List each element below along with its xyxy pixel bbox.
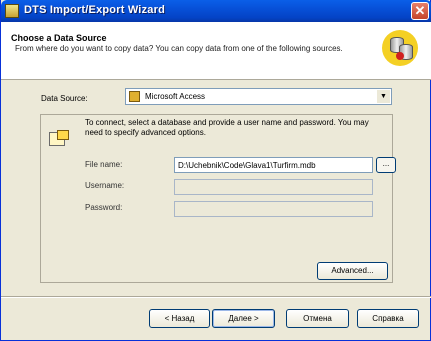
file-name-label: File name: — [85, 160, 123, 169]
footer-divider — [1, 296, 431, 298]
password-label: Password: — [85, 203, 123, 212]
page-title: Choose a Data Source — [11, 33, 107, 43]
close-button[interactable]: ✕ — [411, 2, 429, 20]
wizard-header: Choose a Data Source From where do you w… — [1, 22, 431, 80]
data-source-select[interactable]: Microsoft Access ▼ — [125, 88, 392, 105]
cancel-button[interactable]: Отмена — [286, 309, 349, 328]
window-title: DTS Import/Export Wizard — [24, 4, 165, 16]
password-field[interactable] — [174, 201, 373, 217]
file-name-value: D:\Uchebnik\Code\Glava1\Turfirm.mdb — [178, 161, 316, 170]
key-icon — [129, 91, 140, 102]
data-source-value: Microsoft Access — [145, 92, 206, 101]
app-icon — [5, 4, 19, 18]
chevron-down-icon[interactable]: ▼ — [377, 90, 390, 103]
help-button[interactable]: Справка — [357, 309, 419, 328]
page-description: From where do you want to copy data? You… — [15, 44, 343, 53]
title-bar[interactable]: DTS Import/Export Wizard ✕ — [1, 0, 431, 22]
connection-icon — [49, 130, 71, 148]
wizard-window: DTS Import/Export Wizard ✕ Choose a Data… — [0, 0, 431, 341]
close-icon: ✕ — [414, 3, 426, 18]
back-button[interactable]: < Назад — [149, 309, 210, 328]
advanced-button[interactable]: Advanced... — [317, 262, 388, 280]
connection-group: To connect, select a database and provid… — [40, 114, 396, 283]
file-name-field[interactable]: D:\Uchebnik\Code\Glava1\Turfirm.mdb — [174, 157, 373, 173]
username-field[interactable] — [174, 179, 373, 195]
data-source-label: Data Source: — [41, 94, 88, 103]
connection-instructions: To connect, select a database and provid… — [85, 118, 369, 137]
username-label: Username: — [85, 181, 125, 190]
database-icon — [382, 30, 418, 66]
browse-button[interactable]: ... — [376, 157, 396, 173]
next-button[interactable]: Далее > — [212, 309, 275, 328]
